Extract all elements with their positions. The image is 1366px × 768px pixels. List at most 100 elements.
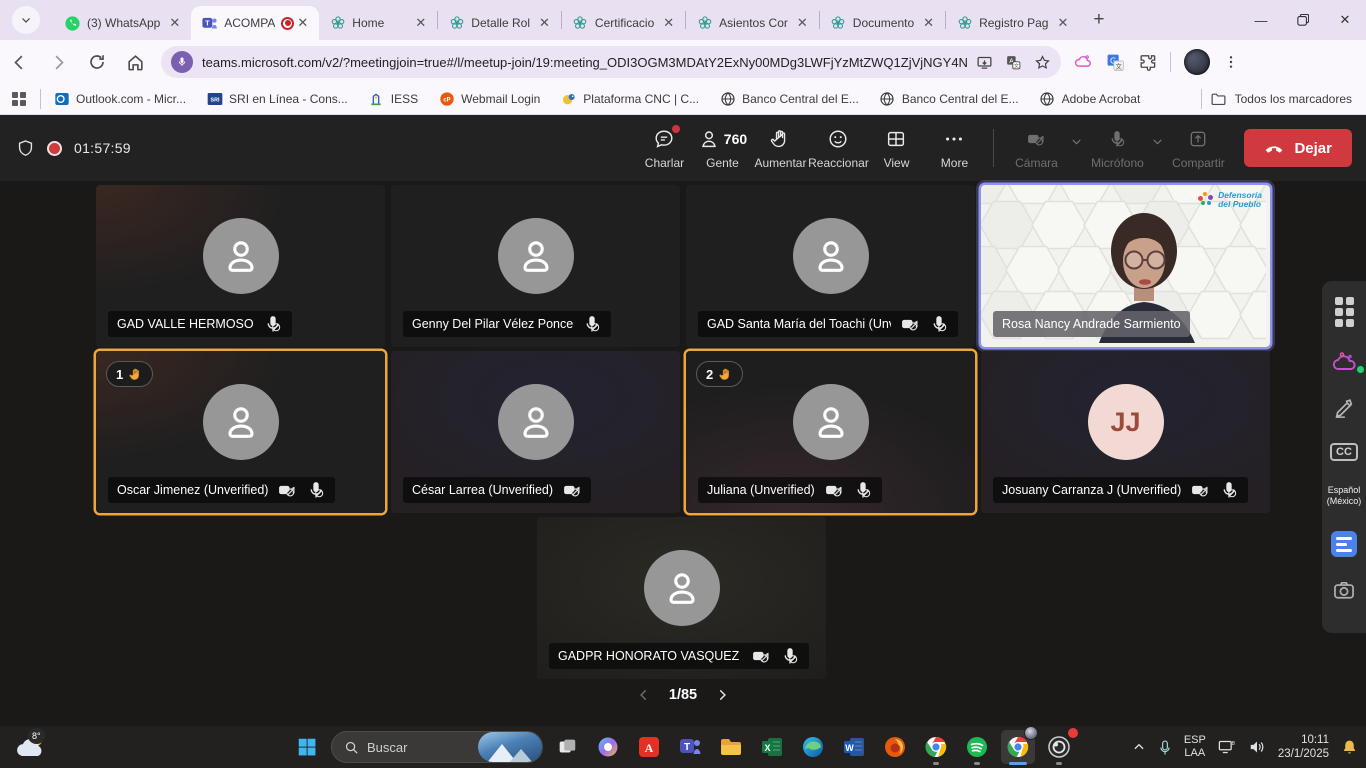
edge-button[interactable] bbox=[796, 730, 830, 764]
recording-indicator-icon bbox=[47, 141, 62, 156]
tab-close-icon[interactable]: ✕ bbox=[536, 15, 553, 31]
browser-tab[interactable]: TACOMPA✕ bbox=[191, 6, 319, 40]
tab-close-icon[interactable]: ✕ bbox=[294, 15, 311, 31]
tab-close-icon[interactable]: ✕ bbox=[1054, 15, 1071, 31]
participant-tile[interactable]: GAD Santa María del Toachi (Unverifi... bbox=[686, 185, 975, 347]
bookmark-item[interactable]: Banco Central del E... bbox=[719, 91, 859, 108]
reaccionar-button[interactable]: Reaccionar bbox=[809, 123, 867, 174]
new-tab-button[interactable]: + bbox=[1079, 9, 1118, 31]
microfono-chevron-icon[interactable] bbox=[1151, 135, 1164, 148]
browser-tab[interactable]: Home✕ bbox=[319, 6, 437, 40]
highlighter-icon[interactable] bbox=[1329, 397, 1359, 419]
snapshot-camera-icon[interactable] bbox=[1329, 581, 1359, 600]
charlar-button[interactable]: Charlar bbox=[635, 123, 693, 174]
tab-close-icon[interactable]: ✕ bbox=[412, 15, 429, 31]
participant-tile[interactable]: Juliana (Unverified)2 bbox=[686, 351, 975, 513]
weather-extension-icon[interactable] bbox=[1073, 52, 1093, 72]
taskbar-search-box[interactable]: Buscar bbox=[331, 731, 543, 763]
window-minimize-button[interactable]: — bbox=[1240, 0, 1282, 40]
gente-button[interactable]: 760Gente bbox=[693, 123, 751, 174]
site-mic-permission-icon[interactable] bbox=[171, 51, 193, 73]
excel-button[interactable]: X bbox=[755, 730, 789, 764]
tray-notification-bell-icon[interactable] bbox=[1341, 738, 1358, 756]
bookmark-item[interactable]: cPWebmail Login bbox=[438, 91, 540, 108]
tab-close-icon[interactable]: ✕ bbox=[166, 15, 183, 31]
translate-page-icon[interactable]: A文 bbox=[1005, 54, 1022, 71]
home-button[interactable] bbox=[126, 53, 145, 72]
teams-button[interactable]: T bbox=[673, 730, 707, 764]
panel-grid-icon[interactable] bbox=[1329, 297, 1359, 327]
reload-button[interactable] bbox=[88, 53, 106, 71]
browser-menu-icon[interactable] bbox=[1223, 54, 1239, 70]
install-app-icon[interactable] bbox=[976, 54, 993, 71]
camara-button[interactable]: Cámara bbox=[1004, 123, 1068, 174]
tray-microphone-icon[interactable] bbox=[1158, 739, 1172, 756]
chrome-button[interactable] bbox=[919, 730, 953, 764]
bookmark-item[interactable]: Adobe Acrobat bbox=[1039, 91, 1141, 108]
bookmark-item[interactable]: Banco Central del E... bbox=[879, 91, 1019, 108]
camara-chevron-icon[interactable] bbox=[1070, 135, 1083, 148]
participant-tile[interactable]: GADPR HONORATO VASQUEZ LIC. VI... bbox=[537, 517, 826, 679]
back-button[interactable] bbox=[10, 53, 29, 72]
adobe-acrobat-button[interactable]: A bbox=[632, 730, 666, 764]
browser-tab[interactable]: Registro Pag✕ bbox=[946, 6, 1079, 40]
all-bookmarks-label[interactable]: Todos los marcadores bbox=[1235, 92, 1352, 106]
browser-tab[interactable]: Certificacio✕ bbox=[562, 6, 685, 40]
microfono-button[interactable]: Micrófono bbox=[1085, 123, 1149, 174]
participant-tile[interactable]: JJJosuany Carranza J (Unverified) bbox=[981, 351, 1270, 513]
leave-button[interactable]: Dejar bbox=[1244, 129, 1352, 167]
browser-tab[interactable]: Asientos Cor✕ bbox=[686, 6, 819, 40]
start-button[interactable] bbox=[290, 730, 324, 764]
copilot-button[interactable] bbox=[591, 730, 625, 764]
forward-button[interactable] bbox=[49, 53, 68, 72]
address-bar[interactable]: teams.microsoft.com/v2/?meetingjoin=true… bbox=[161, 46, 1061, 78]
closed-captions-button[interactable]: CC bbox=[1329, 443, 1359, 461]
tab-close-icon[interactable]: ✕ bbox=[660, 15, 677, 31]
pager-next-icon[interactable] bbox=[715, 688, 729, 702]
aumentar-button[interactable]: Aumentar bbox=[751, 123, 809, 174]
taskbar-weather-widget[interactable]: 8° bbox=[14, 730, 54, 766]
tray-volume-icon[interactable] bbox=[1248, 739, 1266, 755]
extensions-puzzle-icon[interactable] bbox=[1138, 53, 1157, 72]
translate-extension-icon[interactable]: G文 bbox=[1106, 53, 1125, 72]
tab-close-icon[interactable]: ✕ bbox=[920, 15, 937, 31]
participant-tile[interactable]: Genny Del Pilar Vélez Ponce bbox=[391, 185, 680, 347]
search-highlight-image[interactable] bbox=[478, 732, 542, 762]
pager-previous-icon[interactable] bbox=[637, 688, 651, 702]
firefox-button[interactable] bbox=[878, 730, 912, 764]
cloud-extension-icon[interactable] bbox=[1329, 351, 1359, 373]
tray-clock[interactable]: 10:1123/1/2025 bbox=[1278, 733, 1329, 761]
word-button[interactable]: W bbox=[837, 730, 871, 764]
bookmark-item[interactable]: IESS bbox=[368, 91, 418, 108]
window-restore-button[interactable] bbox=[1282, 0, 1324, 40]
spotify-button[interactable] bbox=[960, 730, 994, 764]
apps-grid-icon[interactable] bbox=[12, 92, 26, 106]
window-close-button[interactable]: ✕ bbox=[1324, 0, 1366, 40]
tray-language-indicator[interactable]: ESPLAA bbox=[1184, 734, 1206, 760]
task-view-button[interactable] bbox=[550, 730, 584, 764]
all-bookmarks-folder-icon[interactable] bbox=[1210, 91, 1227, 108]
participant-tile[interactable]: César Larrea (Unverified) bbox=[391, 351, 680, 513]
bookmark-item[interactable]: Plataforma CNC | C... bbox=[560, 91, 699, 108]
compartir-button[interactable]: Compartir bbox=[1166, 123, 1230, 174]
participant-tile[interactable]: Oscar Jimenez (Unverified)1 bbox=[96, 351, 385, 513]
tab-close-icon[interactable]: ✕ bbox=[794, 15, 811, 31]
more-button[interactable]: More bbox=[925, 123, 983, 174]
participant-tile[interactable]: GAD VALLE HERMOSO bbox=[96, 185, 385, 347]
tab-search-button[interactable] bbox=[12, 6, 40, 34]
browser-profile-avatar[interactable] bbox=[1184, 49, 1210, 75]
subtitles-list-button[interactable] bbox=[1329, 531, 1359, 557]
browser-tab[interactable]: Documento✕ bbox=[820, 6, 945, 40]
tray-chevron-up-icon[interactable] bbox=[1132, 740, 1146, 754]
bookmark-star-icon[interactable] bbox=[1034, 54, 1051, 71]
participant-tile[interactable]: Defensoríadel PuebloRosa Nancy Andrade S… bbox=[981, 185, 1270, 347]
tray-cast-icon[interactable]: 8 bbox=[1218, 739, 1236, 755]
browser-tab[interactable]: Detalle Rol✕ bbox=[438, 6, 561, 40]
file-explorer-button[interactable] bbox=[714, 730, 748, 764]
bookmark-item[interactable]: Outlook.com - Micr... bbox=[53, 91, 186, 108]
chrome-active-window-button[interactable] bbox=[1001, 730, 1035, 764]
bookmark-item[interactable]: SRISRI en Línea - Cons... bbox=[206, 91, 348, 108]
view-button[interactable]: View bbox=[867, 123, 925, 174]
browser-tab[interactable]: (3) WhatsApp✕ bbox=[54, 6, 191, 40]
obs-button[interactable] bbox=[1042, 730, 1076, 764]
